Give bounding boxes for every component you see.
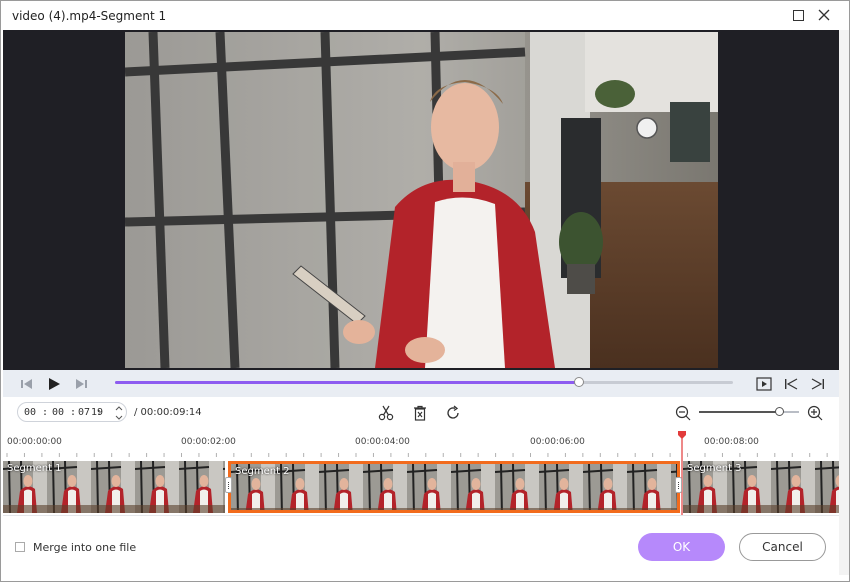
jump-start-icon [785,378,798,390]
reset-button[interactable] [444,404,462,422]
time-sep: : [42,407,49,418]
timeline[interactable]: 00:00:00:00 00:00:02:00 00:00:04:00 00:0… [3,429,839,515]
zoom-knob[interactable] [775,407,784,416]
play-icon [49,378,60,390]
segment-label: Segment 2 [235,466,290,477]
thumbnail-frame [91,461,135,513]
thumbnail-frame [539,464,583,510]
close-icon [818,9,830,21]
total-duration: / 00:00:09:14 [134,407,202,418]
merge-checkbox[interactable] [15,542,25,552]
spin-up-icon[interactable] [115,405,123,412]
ruler-label: 00:00:04:00 [355,437,410,447]
current-time-input[interactable]: 00 : 00 : 07 : [17,402,127,422]
split-button[interactable] [377,404,395,422]
zoom-in-button[interactable] [806,404,824,422]
ruler-label: 00:00:00:00 [7,437,62,447]
thumbnail-frame [179,461,223,513]
maximize-button[interactable] [790,7,806,23]
thumbnail-frame [135,461,179,513]
thumbnail-frame [319,464,363,510]
title-bar: video (4).mp4-Segment 1 [1,1,849,30]
video-still-image [125,32,718,368]
video-preview [3,30,839,370]
thumbnail-frame [363,464,407,510]
jump-end-button[interactable] [809,375,827,393]
ok-button[interactable]: OK [638,533,725,561]
edit-toolbar: 00 : 00 : 07 : 19 / 00:00:09:14 [3,397,839,429]
time-frames[interactable]: 19 [91,407,103,418]
progress-bar[interactable] [115,377,733,387]
segment-2-end-handle[interactable] [675,477,682,493]
ruler-ticks [6,453,828,457]
preview-segment-button[interactable] [755,375,773,393]
thumbnail-frame [451,464,495,510]
step-forward-button[interactable] [72,375,90,393]
time-spinner[interactable] [114,405,124,423]
maximize-icon [793,10,804,21]
scissors-icon [378,405,394,421]
cancel-button[interactable]: Cancel [739,533,826,561]
time-sep: : [70,407,77,418]
ruler-label: 00:00:08:00 [704,437,759,447]
video-frame[interactable] [125,32,718,368]
preview-segment-icon [756,377,772,391]
ruler-label: 00:00:02:00 [181,437,236,447]
close-button[interactable] [816,7,832,23]
time-minutes[interactable]: 00 [52,407,64,418]
reset-icon [447,405,459,419]
delete-icon [414,405,426,421]
zoom-out-icon [675,405,691,421]
zoom-out-button[interactable] [674,404,692,422]
thumbnail-frame [495,464,539,510]
time-seconds[interactable]: 07 [78,407,90,418]
step-forward-icon [76,379,87,389]
zoom-in-icon [807,405,823,421]
segment-2-start-handle[interactable] [225,477,232,493]
step-back-button[interactable] [18,375,36,393]
thumbnail-frame [583,464,627,510]
time-ruler[interactable]: 00:00:00:00 00:00:02:00 00:00:04:00 00:0… [3,429,839,457]
zoom-slider[interactable] [699,407,799,416]
window-edge [839,30,849,575]
thumbnail-frame [771,461,815,513]
segment-editor-window: video (4).mp4-Segment 1 00: 00: 07: 1… [0,0,850,582]
segment-label: Segment 1 [7,463,62,474]
dialog-footer: Merge into one file OK Cancel [3,515,839,575]
playback-controls [3,370,839,397]
segment-label: Segment 3 [687,463,742,474]
thumbnail-frame [407,464,451,510]
segment-3[interactable]: Segment 3 [683,461,839,513]
jump-end-icon [811,378,824,390]
segment-2[interactable]: Segment 2 [228,461,680,513]
time-hours[interactable]: 00 [24,407,36,418]
step-back-icon [21,379,32,389]
segment-1[interactable]: Segment 1 [3,461,225,513]
progress-fill [115,381,579,384]
window-title: video (4).mp4-Segment 1 [12,9,167,23]
progress-knob[interactable] [573,377,584,387]
play-button[interactable] [45,375,63,393]
ruler-label: 00:00:06:00 [530,437,585,447]
spin-down-icon[interactable] [115,414,123,421]
thumbnail-frame [815,461,839,513]
thumbnail-frame [627,464,671,510]
delete-segment-button[interactable] [411,404,429,422]
jump-start-button[interactable] [782,375,800,393]
zoom-fill [699,411,779,413]
merge-label[interactable]: Merge into one file [33,541,136,554]
